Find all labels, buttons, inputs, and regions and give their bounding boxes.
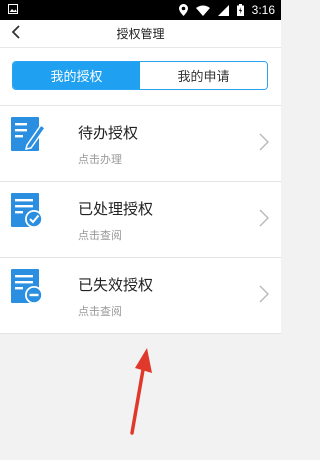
list-item-pending[interactable]: 待办授权 点击办理 xyxy=(0,106,281,182)
status-time: 3:16 xyxy=(251,3,275,17)
chevron-right-icon xyxy=(259,209,269,227)
chevron-right-icon xyxy=(259,133,269,151)
wifi-icon xyxy=(195,5,210,16)
item-title: 待办授权 xyxy=(78,124,139,142)
location-icon xyxy=(178,4,188,16)
item-subtitle: 点击办理 xyxy=(78,153,122,166)
image-icon xyxy=(8,4,18,14)
header-bar: 授权管理 xyxy=(0,20,281,48)
item-title: 已处理授权 xyxy=(78,200,154,218)
tab-my-authorizations[interactable]: 我的授权 xyxy=(13,62,140,89)
tab-my-applications[interactable]: 我的申请 xyxy=(140,62,267,89)
status-icons: 3:16 xyxy=(178,2,275,18)
signal-icon xyxy=(217,4,229,16)
annotation-arrow-icon xyxy=(130,348,152,435)
list-item-expired[interactable]: 已失效授权 点击查阅 xyxy=(0,258,281,334)
checked-document-icon xyxy=(11,193,43,228)
item-subtitle: 点击查阅 xyxy=(78,229,122,242)
item-title: 已失效授权 xyxy=(78,276,154,294)
status-bar: 3:16 xyxy=(0,0,281,20)
segmented-tabs: 我的授权 我的申请 xyxy=(12,61,268,90)
item-subtitle: 点击查阅 xyxy=(78,305,122,318)
battery-icon xyxy=(236,4,244,16)
authorization-list: 待办授权 点击办理 已处理授权 点击查阅 已失效授权 点击查阅 xyxy=(0,106,281,334)
expired-document-icon xyxy=(11,269,43,304)
tab-area: 我的授权 我的申请 xyxy=(0,48,281,106)
edit-document-icon xyxy=(11,117,45,151)
chevron-right-icon xyxy=(259,285,269,303)
page-title: 授权管理 xyxy=(116,27,165,41)
list-item-processed[interactable]: 已处理授权 点击查阅 xyxy=(0,182,281,258)
